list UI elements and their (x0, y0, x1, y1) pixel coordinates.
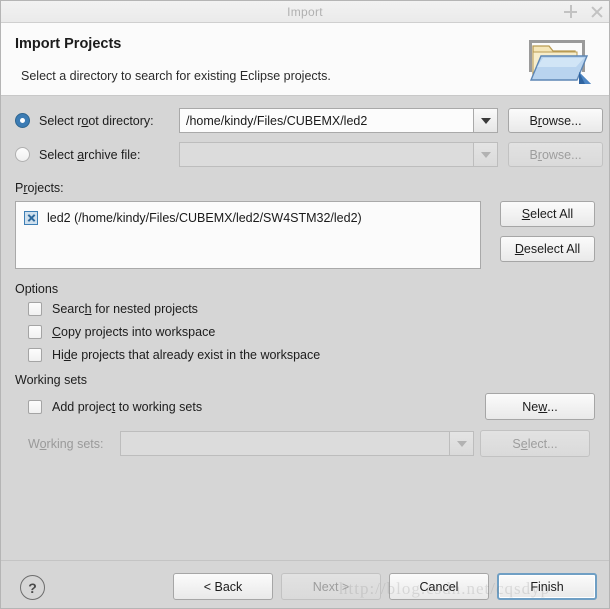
working-sets-combo-row: Working sets: Se lect... (28, 430, 595, 457)
title-bar: Import (1, 1, 609, 23)
window-controls (564, 1, 603, 22)
root-directory-label: Select root directory: (39, 113, 154, 128)
browse-archive-file-button: Br owse... (508, 142, 603, 167)
window-title: Import (287, 4, 323, 19)
working-sets-combo-label: Working sets: (28, 436, 104, 451)
dialog-header: Import Projects Select a directory to se… (1, 23, 609, 96)
finish-button[interactable]: Finish (497, 573, 597, 600)
dialog-body: Select root directory: /home/kindy/Files… (1, 96, 609, 560)
project-checkbox[interactable] (24, 211, 38, 225)
next-button: Next > (281, 573, 381, 600)
checkbox-hide-existing[interactable] (28, 348, 42, 362)
options-title: Options (15, 282, 59, 296)
help-icon[interactable]: ? (20, 575, 45, 600)
radio-select-root-directory[interactable] (15, 113, 30, 128)
checkbox-add-to-working-sets[interactable] (28, 399, 42, 414)
footer-buttons: < Back Next > Cancel Finish (173, 573, 597, 600)
import-dialog-window: Import Import Projects Select a director… (0, 0, 610, 609)
archive-file-dropdown-icon (473, 142, 498, 167)
projects-section: led2 (/home/kindy/Files/CUBEMX/led2/SW4S… (15, 201, 595, 269)
option-copy-projects[interactable]: Copy projects into workspace (28, 325, 595, 339)
root-directory-dropdown-icon[interactable] (473, 108, 498, 133)
working-sets-add-row: Add project to working sets Ne w... (28, 393, 595, 420)
archive-file-label: Select archive file: (39, 147, 141, 162)
archive-file-combo (179, 142, 498, 167)
select-working-set-button: Se lect... (480, 430, 590, 457)
page-title: Import Projects (15, 36, 122, 52)
import-folder-icon (525, 32, 597, 92)
option-search-nested-label: Search for nested projects (52, 302, 198, 316)
browse-root-directory-button[interactable]: Br owse... (508, 108, 603, 133)
close-icon[interactable] (590, 5, 603, 18)
working-sets-combo (120, 431, 474, 456)
projects-label: Projects: (15, 181, 64, 195)
add-to-working-sets-label: Add project to working sets (52, 399, 203, 414)
back-button[interactable]: < Back (173, 573, 273, 600)
option-copy-projects-label: Copy projects into workspace (52, 325, 216, 339)
page-description: Select a directory to search for existin… (21, 69, 331, 83)
option-hide-existing-label: Hide projects that already exist in the … (52, 348, 321, 362)
root-directory-combo[interactable]: /home/kindy/Files/CUBEMX/led2 (179, 108, 498, 133)
working-sets-dropdown-icon (449, 431, 474, 456)
list-item[interactable]: led2 (/home/kindy/Files/CUBEMX/led2/SW4S… (16, 208, 480, 228)
option-search-nested[interactable]: Search for nested projects (28, 302, 595, 316)
archive-file-row: Select archive file: Br owse... (15, 142, 603, 167)
checkbox-copy-projects[interactable] (28, 325, 42, 339)
radio-select-archive-file[interactable] (15, 147, 30, 162)
projects-list[interactable]: led2 (/home/kindy/Files/CUBEMX/led2/SW4S… (15, 201, 481, 269)
select-all-button[interactable]: Select All (500, 201, 595, 227)
working-sets-title: Working sets (15, 373, 88, 387)
root-directory-row: Select root directory: /home/kindy/Files… (15, 108, 603, 133)
projects-buttons: Select All Deselect All (500, 201, 595, 262)
dialog-footer: ? < Back Next > Cancel Finish (1, 560, 609, 608)
cancel-button[interactable]: Cancel (389, 573, 489, 600)
root-directory-value: /home/kindy/Files/CUBEMX/led2 (186, 113, 368, 128)
project-label: led2 (/home/kindy/Files/CUBEMX/led2/SW4S… (47, 211, 362, 225)
checkbox-search-nested[interactable] (28, 302, 42, 316)
maximize-icon[interactable] (564, 5, 577, 18)
option-hide-existing[interactable]: Hide projects that already exist in the … (28, 348, 595, 362)
deselect-all-button[interactable]: Deselect All (500, 236, 595, 262)
new-working-set-button[interactable]: Ne w... (485, 393, 595, 420)
